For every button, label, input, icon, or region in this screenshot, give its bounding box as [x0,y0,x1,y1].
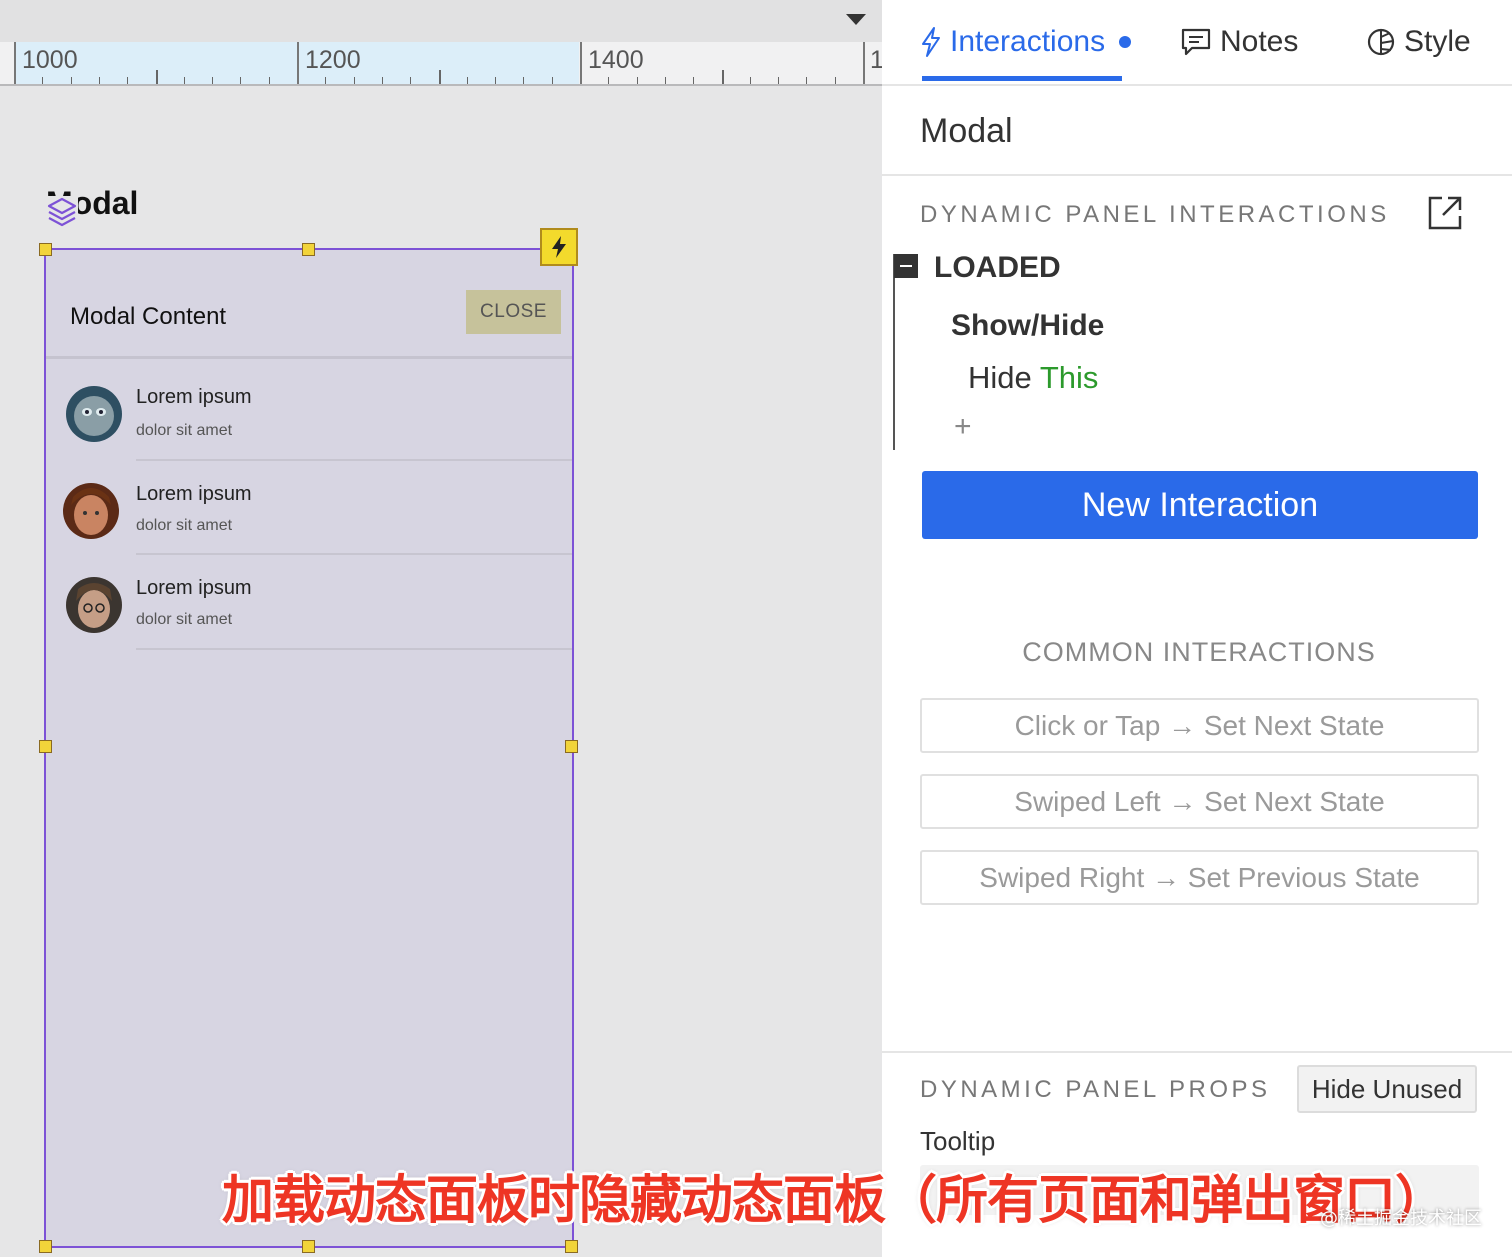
note-icon [1181,28,1211,56]
section-title: COMMON INTERACTIONS [1022,637,1376,667]
watermark: @稀土掘金技术社区 [1320,1208,1482,1229]
item-title: Lorem ipsum [136,386,252,408]
ruler-tick [636,77,638,84]
tab-label: Style [1404,25,1471,58]
design-canvas[interactable]: 1000 1200 1400 1 Modal Modal Content CLO… [0,0,884,1257]
avatar [66,386,122,442]
ruler-tick [438,70,441,84]
close-button[interactable]: CLOSE [466,290,561,334]
video-caption: 加载动态面板时隐藏动态面板（所有页面和弹出窗口） [222,1171,1447,1231]
ruler-tick [466,77,468,84]
section-title: DYNAMIC PANEL INTERACTIONS [920,201,1390,228]
common-interaction-button[interactable]: Swiped Left → Set Next State [920,774,1479,829]
item-title: Lorem ipsum [136,483,252,505]
modal-title: Modal Content [70,303,227,330]
list-item[interactable]: Lorem ipsum dolor sit amet [46,459,572,555]
ruler-tick [749,77,751,84]
resize-handle-bottom[interactable] [302,1240,315,1253]
ruler-tick [297,42,299,84]
ruler-tick [268,77,270,84]
ruler-tick [70,77,72,84]
item-title: Lorem ipsum [136,577,252,599]
active-tab-indicator [922,76,1122,81]
ruler-label: 1000 [22,46,78,74]
action-detail[interactable]: Hide This [968,360,1098,396]
collapse-icon[interactable] [894,254,918,278]
action-name[interactable]: Show/Hide [951,309,1104,343]
ruler-tick [580,42,582,84]
ruler-tick [98,77,100,84]
ruler-tick [240,77,242,84]
ruler-tick [353,77,355,84]
ruler-tick [778,77,780,84]
tab-style[interactable]: Style [1366,22,1471,62]
style-icon [1367,28,1395,56]
resize-handle-top[interactable] [302,243,315,256]
tab-notes[interactable]: Notes [1180,22,1298,62]
ruler-tick [381,77,383,84]
avatar [66,577,122,633]
ruler-tick [664,77,666,84]
ruler-tick [212,77,214,84]
item-subtitle: dolor sit amet [136,611,233,628]
ruler-tick [551,77,553,84]
tree-line [893,254,895,450]
tab-label: Notes [1220,25,1299,58]
ruler-tick [14,42,16,84]
ruler-tick [834,77,836,84]
ruler-tick [155,70,158,84]
horizontal-ruler: 1000 1200 1400 1 [0,42,884,86]
ruler-label: 1200 [305,46,361,74]
tooltip-label: Tooltip [920,1126,996,1156]
common-interaction-button[interactable]: Swiped Right → Set Previous State [920,850,1479,905]
ruler-tick [721,70,724,84]
ruler-tick [693,77,695,84]
unsaved-dot-icon [1119,36,1132,48]
item-divider [136,648,572,650]
new-interaction-button[interactable]: New Interaction [922,471,1478,539]
resize-handle-left[interactable] [39,740,52,753]
ruler-tick [410,77,412,84]
avatar [63,483,119,539]
inspector-tabs: Interactions Notes Style [882,0,1512,86]
interaction-badge-lightning-icon[interactable] [540,228,578,266]
ruler-tick [42,77,44,84]
tab-interactions[interactable]: Interactions [920,22,1132,62]
canvas-top-bar [0,0,882,42]
ruler-tick [863,42,865,84]
ruler-tick [325,77,327,84]
resize-handle-top-left[interactable] [39,243,52,256]
lightning-icon [922,27,940,57]
add-action-icon[interactable]: + [954,410,972,444]
action-target: This [1039,360,1099,395]
resize-handle-right[interactable] [565,740,578,753]
ruler-tick [523,77,525,84]
resize-handle-bottom-right[interactable] [565,1240,578,1253]
modal-header: Modal Content CLOSE [46,250,572,359]
layers-icon [46,196,78,230]
ruler-label: 1400 [588,46,644,74]
ruler-tick [183,77,185,84]
item-subtitle: dolor sit amet [136,517,233,534]
ruler-tick [608,77,610,84]
hide-unused-button[interactable]: Hide Unused [1297,1065,1477,1113]
ruler-tick [495,77,497,84]
inspector-panel: Interactions Notes Style Modal DYNAMIC P… [882,0,1512,1257]
resize-handle-bottom-left[interactable] [39,1240,52,1253]
list-item[interactable]: Lorem ipsum dolor sit amet [46,362,572,461]
dropdown-arrow-icon[interactable] [846,14,866,25]
widget-name[interactable]: Modal [920,112,1013,151]
event-name[interactable]: LOADED [934,251,1061,285]
tab-label: Interactions [950,25,1106,58]
ruler-tick [127,77,129,84]
divider [882,1051,1512,1053]
item-subtitle: dolor sit amet [136,422,233,439]
list-item[interactable]: Lorem ipsum dolor sit amet [46,553,572,650]
divider [882,174,1512,176]
action-verb: Hide [968,360,1032,395]
common-interaction-button[interactable]: Click or Tap → Set Next State [920,698,1479,753]
popout-icon[interactable] [1426,194,1464,232]
ruler-tick [806,77,808,84]
section-title: DYNAMIC PANEL PROPS [920,1076,1271,1103]
